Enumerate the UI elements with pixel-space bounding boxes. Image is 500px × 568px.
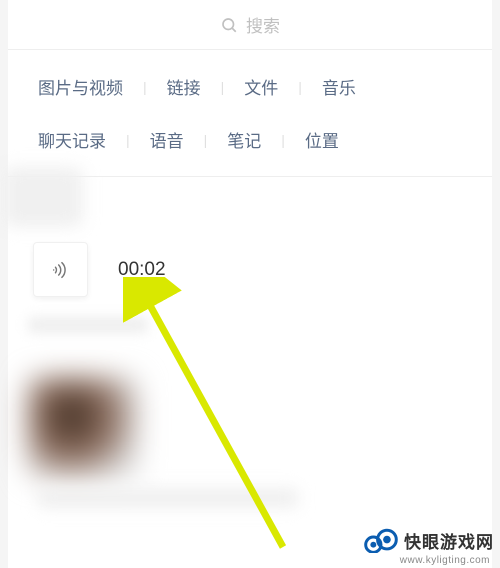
tab-chat-history[interactable]: 聊天记录	[38, 127, 106, 152]
voice-duration: 00:02	[118, 259, 166, 281]
tab-images-videos[interactable]: 图片与视频	[38, 74, 123, 99]
search-icon	[220, 16, 238, 34]
tab-voice[interactable]: 语音	[150, 127, 184, 152]
divider: |	[221, 79, 225, 95]
annotation-arrow	[123, 277, 303, 557]
search-placeholder: 搜索	[246, 12, 280, 37]
watermark: 快眼游戏网	[364, 526, 494, 554]
sound-wave-icon	[50, 259, 72, 281]
divider: |	[281, 132, 285, 148]
content-area: 00:02	[8, 177, 492, 557]
tab-files[interactable]: 文件	[244, 74, 278, 99]
watermark-url: www.kyligting.com	[400, 555, 490, 566]
blurred-content	[28, 317, 148, 333]
blurred-content	[3, 167, 83, 227]
watermark-logo-icon	[364, 526, 398, 554]
tab-location[interactable]: 位置	[305, 127, 339, 152]
divider: |	[126, 132, 130, 148]
divider: |	[204, 132, 208, 148]
watermark-brand: 快眼游戏网	[404, 528, 494, 553]
tab-notes[interactable]: 笔记	[227, 127, 261, 152]
voice-message[interactable]: 00:02	[33, 242, 166, 297]
tab-links[interactable]: 链接	[167, 74, 201, 99]
blurred-avatar	[28, 377, 138, 477]
tab-music[interactable]: 音乐	[322, 74, 356, 99]
divider: |	[298, 79, 302, 95]
category-tabs: 图片与视频 | 链接 | 文件 | 音乐 聊天记录 | 语音 | 笔记 | 位置	[8, 50, 492, 177]
voice-play-button[interactable]	[33, 242, 88, 297]
blurred-content	[38, 489, 298, 507]
divider: |	[143, 79, 147, 95]
search-bar[interactable]: 搜索	[8, 0, 492, 50]
